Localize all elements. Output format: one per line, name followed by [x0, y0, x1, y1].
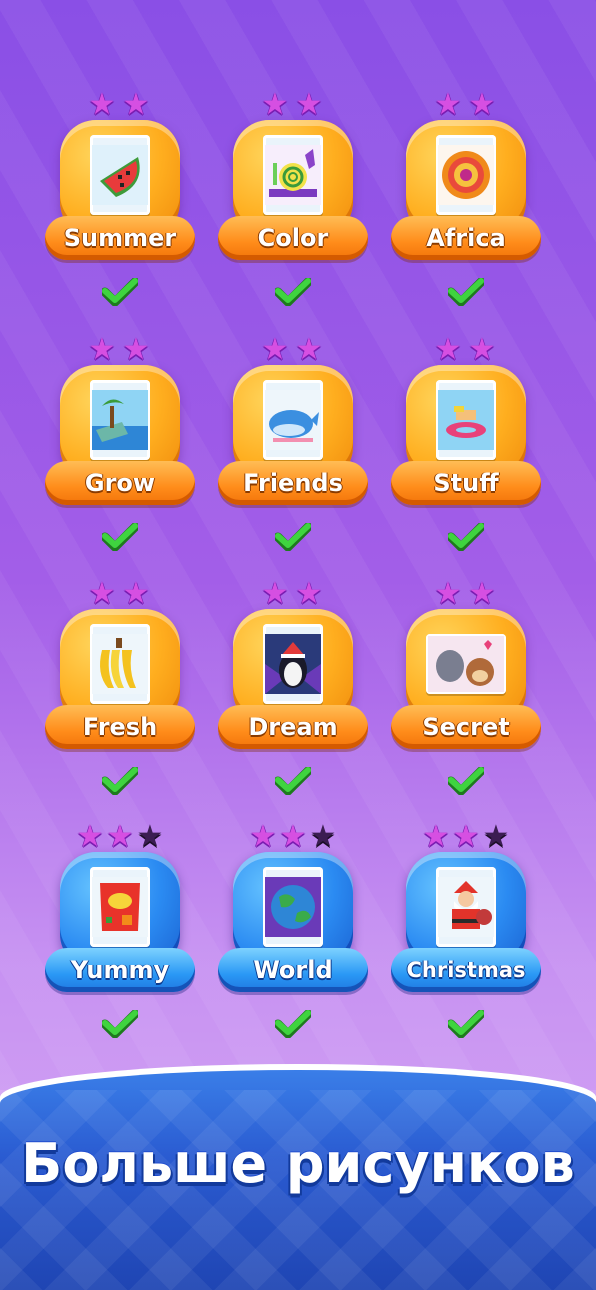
checkmark-icon: [102, 278, 138, 306]
whale-icon: [263, 380, 323, 460]
star-icon: ★: [261, 332, 289, 367]
level-card-summer[interactable]: ★ ★ Summer: [45, 90, 195, 338]
level-card-yummy[interactable]: ★ ★ ★ Yummy: [45, 822, 195, 1070]
checkmark-icon: [448, 1010, 484, 1038]
star-icon: ★: [434, 87, 462, 122]
banner-title: Больше рисунков: [21, 1132, 575, 1195]
checkmark-icon: [102, 1010, 138, 1038]
star-icon: ★: [295, 332, 323, 367]
level-grid: ★ ★ Summer ★ ★ Color ★ ★ Africa ★ ★ Grow…: [0, 0, 596, 1080]
star-icon: ★: [279, 819, 307, 854]
level-card-grow[interactable]: ★ ★ Grow: [45, 335, 195, 583]
bananas-icon: [90, 624, 150, 704]
star-icon: ★: [434, 332, 462, 367]
star-icon: ★: [88, 332, 116, 367]
santa-icon: [436, 867, 496, 947]
star-icon: ★: [122, 332, 150, 367]
floating-girl-icon: [436, 380, 496, 460]
star-icon: ★: [122, 87, 150, 122]
star-icon: ★: [468, 332, 496, 367]
level-card-africa[interactable]: ★ ★ Africa: [391, 90, 541, 338]
checkmark-icon: [275, 767, 311, 795]
checkmark-icon: [275, 278, 311, 306]
star-icon: ★: [88, 576, 116, 611]
star-icon: ★: [261, 87, 289, 122]
level-card-friends[interactable]: ★ ★ Friends: [218, 335, 368, 583]
star-icon: ★: [249, 819, 277, 854]
level-card-stuff[interactable]: ★ ★ Stuff: [391, 335, 541, 583]
level-label: Grow: [45, 461, 195, 505]
star-empty-icon: ★: [309, 819, 337, 854]
checkmark-icon: [102, 523, 138, 551]
level-card-secret[interactable]: ★ ★ Secret: [391, 579, 541, 827]
flower-icon: [436, 135, 496, 215]
star-icon: ★: [468, 87, 496, 122]
level-label: World: [218, 948, 368, 992]
globe-icon: [263, 867, 323, 947]
level-label: Secret: [391, 705, 541, 749]
chips-icon: [90, 867, 150, 947]
star-icon: ★: [122, 576, 150, 611]
level-label: Christmas: [391, 948, 541, 992]
level-card-dream[interactable]: ★ ★ Dream: [218, 579, 368, 827]
level-label: Fresh: [45, 705, 195, 749]
snail-icon: [263, 135, 323, 215]
checkmark-icon: [448, 767, 484, 795]
level-card-christmas[interactable]: ★ ★ ★ Christmas: [391, 822, 541, 1070]
level-label: Summer: [45, 216, 195, 260]
level-label: Dream: [218, 705, 368, 749]
star-empty-icon: ★: [136, 819, 164, 854]
star-icon: ★: [261, 576, 289, 611]
star-icon: ★: [76, 819, 104, 854]
star-icon: ★: [422, 819, 450, 854]
checkmark-icon: [102, 767, 138, 795]
star-icon: ★: [295, 87, 323, 122]
star-icon: ★: [452, 819, 480, 854]
level-label: Friends: [218, 461, 368, 505]
star-icon: ★: [434, 576, 462, 611]
star-icon: ★: [295, 576, 323, 611]
level-label: Yummy: [45, 948, 195, 992]
star-icon: ★: [468, 576, 496, 611]
palm-island-icon: [90, 380, 150, 460]
watermelon-icon: [90, 135, 150, 215]
star-icon: ★: [88, 87, 116, 122]
level-label: Stuff: [391, 461, 541, 505]
level-label: Color: [218, 216, 368, 260]
checkmark-icon: [275, 1010, 311, 1038]
level-card-world[interactable]: ★ ★ ★ World: [218, 822, 368, 1070]
checkmark-icon: [275, 523, 311, 551]
penguin-icon: [263, 624, 323, 704]
star-empty-icon: ★: [482, 819, 510, 854]
dogs-icon: [426, 634, 506, 694]
level-card-fresh[interactable]: ★ ★ Fresh: [45, 579, 195, 827]
checkmark-icon: [448, 278, 484, 306]
level-card-color[interactable]: ★ ★ Color: [218, 90, 368, 338]
star-icon: ★: [106, 819, 134, 854]
checkmark-icon: [448, 523, 484, 551]
level-label: Africa: [391, 216, 541, 260]
